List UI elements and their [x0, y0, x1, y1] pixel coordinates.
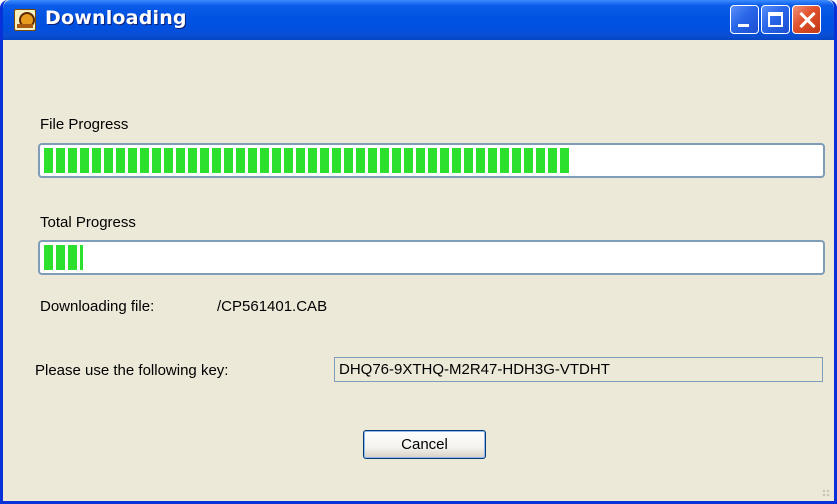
total-progress-fill [44, 245, 83, 270]
downloading-file-label: Downloading file: [40, 298, 155, 315]
total-progress-bar [38, 240, 825, 275]
maximize-icon [768, 12, 783, 27]
maximize-button[interactable] [761, 5, 790, 34]
close-button[interactable] [792, 5, 821, 34]
key-label: Please use the following key: [35, 362, 229, 379]
key-field[interactable]: DHQ76-9XTHQ-M2R47-HDH3G-VTDHT [334, 357, 823, 382]
downloading-filename: /CP561401.CAB [217, 298, 328, 315]
downloading-dialog: Downloading File Progress Total Progress… [0, 0, 837, 504]
minimize-button[interactable] [730, 5, 759, 34]
window-title: Downloading [45, 7, 187, 29]
total-progress-label: Total Progress [40, 214, 136, 231]
file-progress-bar [38, 143, 825, 178]
title-bar[interactable]: Downloading [3, 0, 834, 40]
app-icon [14, 9, 36, 31]
file-progress-fill [44, 148, 571, 173]
resize-grip[interactable] [822, 489, 830, 497]
file-progress-label: File Progress [40, 116, 129, 133]
minimize-icon [738, 24, 749, 27]
cancel-button[interactable]: Cancel [363, 430, 486, 459]
